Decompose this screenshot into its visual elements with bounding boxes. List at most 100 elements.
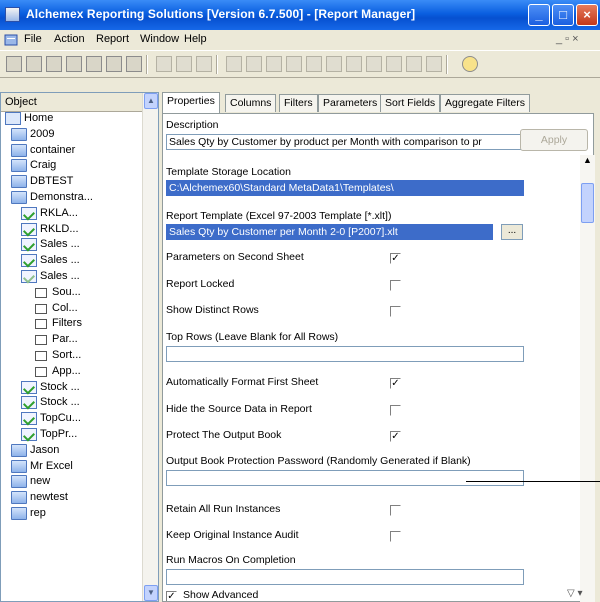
folder-icon (11, 475, 27, 489)
tree-node-label: new (30, 475, 51, 488)
report-locked-label: Report Locked (166, 278, 235, 290)
app-icon (5, 7, 20, 22)
tree-node-label: Sou... (52, 285, 81, 298)
toolbar-open-icon[interactable] (26, 56, 42, 72)
menu-window[interactable]: Window (140, 33, 179, 45)
toolbar-export-icon[interactable] (266, 56, 282, 72)
toolbar-save-icon[interactable] (46, 56, 62, 72)
storage-location-field[interactable]: C:\Alchemex60\Standard MetaData1\Templat… (166, 180, 524, 196)
browse-template-button[interactable]: ... (501, 224, 523, 240)
tab-sort-fields[interactable]: Sort Fields (380, 94, 441, 112)
top-rows-field[interactable] (166, 346, 524, 362)
minimize-button[interactable]: _ (528, 4, 550, 26)
toolbar-report-icon[interactable] (66, 56, 82, 72)
tree-node-label: Filters (52, 317, 82, 330)
menu-report[interactable]: Report (96, 33, 129, 45)
toolbar-sql-icon[interactable] (406, 56, 422, 72)
toolbar-refresh-icon[interactable] (366, 56, 382, 72)
toolbar-run-icon[interactable] (226, 56, 242, 72)
toolbar-import-icon[interactable] (286, 56, 302, 72)
description-label: Description (166, 119, 219, 131)
toolbar-filter-icon[interactable] (306, 56, 322, 72)
toolbar-preview-icon[interactable] (246, 56, 262, 72)
run-macros-field[interactable] (166, 569, 524, 585)
tab-parameters[interactable]: Parameters (318, 94, 383, 112)
description-field[interactable]: Sales Qty by Customer by product per Mon… (166, 134, 524, 150)
report-icon (21, 428, 37, 441)
report-template-field[interactable]: Sales Qty by Customer per Month 2-0 [P20… (166, 224, 493, 240)
properties-scrollbar[interactable]: ▲ (580, 155, 595, 602)
toolbar-help-icon[interactable] (462, 56, 478, 72)
tab-columns[interactable]: Columns (225, 94, 277, 112)
object-tree[interactable]: Object ▲ ▼ Home 2009 container Craig DBTEST D… (0, 92, 159, 602)
protection-password-field[interactable] (166, 470, 524, 486)
run-macros-label: Run Macros On Completion (166, 554, 296, 566)
toolbar-separator (446, 55, 448, 74)
toolbar-table-icon[interactable] (426, 56, 442, 72)
tree-node-label: RKLD... (40, 222, 79, 235)
tree-node-label: Sort... (52, 349, 82, 361)
apply-button[interactable]: Apply (520, 129, 588, 151)
keep-original-label: Keep Original Instance Audit (166, 529, 299, 541)
folder-icon (11, 191, 27, 204)
tree-column-header[interactable]: Object (1, 93, 144, 112)
scroll-up-icon[interactable]: ▲ (581, 155, 594, 169)
item-icon (35, 351, 47, 361)
tab-filters[interactable]: Filters (279, 94, 318, 112)
toolbar-undo-icon[interactable] (176, 56, 192, 72)
report-icon (21, 222, 37, 236)
menu-file[interactable]: File (24, 33, 42, 45)
tree-node-label: rep (30, 507, 46, 519)
toolbar-options-icon[interactable] (386, 56, 402, 72)
show-advanced-checkbox[interactable]: ✓ (166, 591, 177, 601)
maximize-button[interactable]: □ (552, 4, 574, 26)
properties-panel: Description Sales Qty by Customer by pro… (162, 113, 594, 602)
report-icon (21, 254, 37, 268)
protect-output-checkbox[interactable]: ✓ (390, 431, 401, 442)
tree-node-label: newtest (30, 491, 68, 504)
tree-node-label: Stock ... (40, 380, 80, 393)
tree-node-label: Craig (30, 159, 57, 172)
scroll-up-icon[interactable]: ▲ (144, 93, 158, 109)
tree-node-label: Par... (52, 333, 78, 346)
tree-node-label: Jason (30, 443, 60, 456)
tab-aggregate-filters[interactable]: Aggregate Filters (440, 94, 530, 112)
toolbar-new-icon[interactable] (6, 56, 22, 72)
menu-action[interactable]: Action (54, 33, 85, 45)
toolbar-paste-icon[interactable] (106, 56, 122, 72)
menu-help[interactable]: Help (184, 33, 207, 45)
toolbar-cut-icon[interactable] (156, 56, 172, 72)
title-bar: Alchemex Reporting Solutions [Version 6.… (0, 0, 600, 30)
keep-original-checkbox[interactable] (390, 531, 401, 542)
toolbar-redo-icon[interactable] (196, 56, 212, 72)
tree-node-label: 2009 (30, 127, 55, 140)
hide-source-checkbox[interactable] (390, 405, 401, 416)
report-template-label: Report Template (Excel 97-2003 Template … (166, 210, 392, 222)
toolbar-delete-icon[interactable] (126, 56, 142, 72)
tab-properties[interactable]: Properties (162, 92, 220, 114)
param-second-sheet-checkbox[interactable]: ✓ (390, 253, 401, 264)
tree-scrollbar[interactable]: ▲ ▼ (142, 93, 158, 601)
retain-instances-checkbox[interactable] (390, 505, 401, 516)
show-distinct-checkbox[interactable] (390, 306, 401, 317)
mdi-window-controls[interactable]: _ ▫ × (556, 33, 579, 45)
close-button[interactable]: × (576, 4, 598, 26)
toolbar-copy-icon[interactable] (86, 56, 102, 72)
hide-source-label: Hide the Source Data in Report (166, 403, 312, 415)
document-icon (4, 34, 18, 46)
expand-icon[interactable]: ▽ ▾ (567, 588, 583, 599)
item-icon (35, 303, 47, 314)
tree-node-label: Mr Excel (30, 459, 73, 472)
tree-node-label: Stock ... (40, 396, 80, 409)
report-locked-checkbox[interactable] (390, 280, 401, 291)
folder-icon (11, 459, 27, 473)
tree-node-label: Sales ... (40, 254, 80, 267)
item-icon (35, 335, 47, 346)
toolbar (0, 50, 600, 78)
toolbar-sort-icon[interactable] (326, 56, 342, 72)
auto-format-checkbox[interactable]: ✓ (390, 378, 401, 389)
report-icon (21, 206, 37, 220)
scroll-thumb[interactable] (581, 183, 594, 223)
toolbar-print-icon[interactable] (346, 56, 362, 72)
scroll-down-icon[interactable]: ▼ (144, 585, 158, 601)
